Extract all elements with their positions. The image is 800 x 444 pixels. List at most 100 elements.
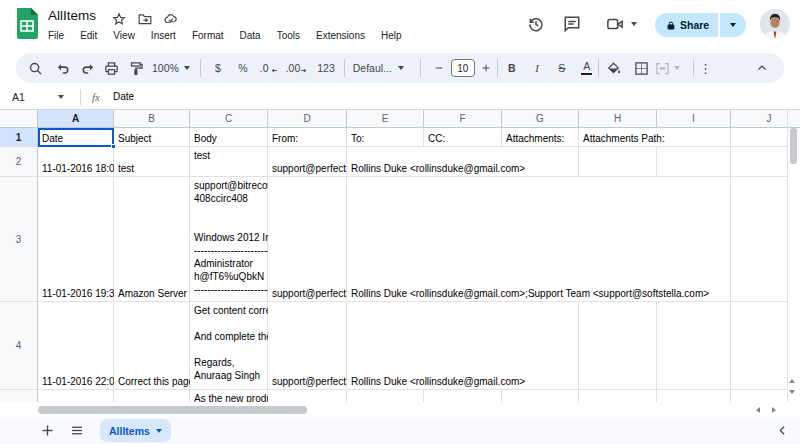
- comments-icon[interactable]: [563, 15, 581, 33]
- undo-icon[interactable]: [56, 61, 71, 76]
- menu-edit[interactable]: Edit: [72, 28, 105, 43]
- paint-format-icon[interactable]: [129, 61, 144, 76]
- camera-dropdown-caret[interactable]: [631, 22, 637, 26]
- text-color-button[interactable]: A: [580, 61, 594, 76]
- cell-G1[interactable]: Attachments:: [506, 132, 564, 145]
- column-header-A[interactable]: A: [38, 110, 114, 128]
- sheet-tab-allitems[interactable]: AllItems: [100, 419, 171, 442]
- cell-E4[interactable]: Rollins Duke <rollinsduke@gmail.com>: [351, 375, 525, 388]
- cell-A2[interactable]: 11-01-2016 18:0: [42, 162, 114, 175]
- increase-font-size-button[interactable]: [480, 63, 492, 73]
- redo-icon[interactable]: [80, 61, 95, 76]
- select-all-corner[interactable]: [0, 110, 38, 128]
- menu-view[interactable]: View: [105, 28, 143, 43]
- column-header-J[interactable]: J: [731, 110, 800, 128]
- horizontal-scroll-arrows[interactable]: [756, 406, 776, 414]
- gridline-v: [730, 128, 731, 147]
- vertical-scrollbar[interactable]: [790, 128, 797, 164]
- row-header-5[interactable]: 5: [0, 390, 38, 402]
- column-header-D[interactable]: D: [268, 110, 347, 128]
- selection-fill-handle[interactable]: [111, 144, 116, 149]
- column-header-C[interactable]: C: [190, 110, 268, 128]
- menu-tools[interactable]: Tools: [269, 28, 308, 43]
- column-header-E[interactable]: E: [347, 110, 424, 128]
- name-box-caret[interactable]: [58, 95, 64, 99]
- collapse-toolbar-icon[interactable]: [756, 62, 768, 74]
- strikethrough-button[interactable]: S: [555, 62, 569, 74]
- menu-format[interactable]: Format: [184, 28, 232, 43]
- cell-C3[interactable]: support@bitrecove408ccirc408 Windows 201…: [194, 179, 268, 296]
- cell-F1[interactable]: CC:: [428, 132, 445, 145]
- document-title[interactable]: AllItems: [48, 8, 96, 23]
- column-header-G[interactable]: G: [502, 110, 579, 128]
- formula-input[interactable]: Date: [113, 91, 134, 102]
- more-options-button[interactable]: ⋮: [699, 61, 712, 76]
- cell-D4[interactable]: support@perfect: [272, 375, 347, 388]
- spreadsheet-grid[interactable]: ABCDEFGHIJ 12345 Date Subject Body From: To: CC…: [0, 110, 800, 402]
- meet-camera-icon[interactable]: [606, 15, 624, 33]
- menu-data[interactable]: Data: [232, 28, 269, 43]
- number-format-button[interactable]: 123: [317, 62, 335, 74]
- decrease-font-size-button[interactable]: [433, 63, 445, 73]
- percent-format-button[interactable]: %: [236, 62, 250, 74]
- cell-E3[interactable]: Rollins Duke <rollinsduke@gmail.com>;Sup…: [351, 287, 709, 300]
- cell-H1[interactable]: Attachments Path:: [583, 132, 665, 145]
- column-header-B[interactable]: B: [114, 110, 190, 128]
- cell-A1[interactable]: Date: [42, 132, 63, 145]
- row-header-2[interactable]: 2: [0, 147, 38, 177]
- cell-E1[interactable]: To:: [351, 132, 364, 145]
- font-family-select[interactable]: Defaul...: [353, 62, 404, 74]
- cell-B4[interactable]: Correct this page: [118, 375, 190, 388]
- menu-file[interactable]: File: [40, 28, 72, 43]
- bold-button[interactable]: B: [505, 62, 519, 74]
- column-header-H[interactable]: H: [579, 110, 657, 128]
- cell-B2[interactable]: test: [118, 162, 134, 175]
- row-header-4[interactable]: 4: [0, 302, 38, 390]
- merge-cells-select[interactable]: [655, 61, 680, 76]
- cell-C1[interactable]: Body: [194, 132, 217, 145]
- cell-D1[interactable]: From:: [272, 132, 298, 145]
- menu-help[interactable]: Help: [373, 28, 410, 43]
- currency-format-button[interactable]: $: [211, 62, 225, 74]
- cell-E2[interactable]: Rollins Duke <rollinsduke@gmail.com>: [351, 162, 525, 175]
- cell-D3[interactable]: support@perfect: [272, 287, 347, 300]
- add-sheet-icon[interactable]: [40, 423, 55, 438]
- cell-D2[interactable]: support@perfect: [272, 162, 347, 175]
- cell-C4[interactable]: Get content corre And complete the Regar…: [194, 304, 268, 382]
- increase-decimal-button[interactable]: .00: [286, 62, 310, 75]
- menu-insert[interactable]: Insert: [143, 28, 184, 43]
- row-header-1[interactable]: 1: [0, 128, 38, 147]
- move-folder-icon[interactable]: [138, 12, 152, 26]
- cell-C2[interactable]: test: [194, 149, 268, 162]
- sheets-logo-icon[interactable]: [15, 7, 39, 39]
- star-icon[interactable]: [112, 12, 126, 26]
- cell-A4[interactable]: 11-01-2016 22:0: [42, 375, 114, 388]
- share-dropdown-button[interactable]: [720, 13, 746, 37]
- italic-button[interactable]: I: [530, 63, 544, 74]
- all-sheets-icon[interactable]: [70, 424, 84, 437]
- vertical-scroll-arrows[interactable]: [789, 379, 795, 394]
- collapse-panel-icon[interactable]: [776, 424, 789, 437]
- menu-extensions[interactable]: Extensions: [308, 28, 373, 43]
- share-button-group: Share: [655, 13, 746, 37]
- fill-color-icon[interactable]: [606, 61, 621, 76]
- print-icon[interactable]: [104, 61, 119, 76]
- column-header-F[interactable]: F: [424, 110, 502, 128]
- zoom-select[interactable]: 100%: [152, 62, 190, 74]
- cell-B1[interactable]: Subject: [118, 132, 151, 145]
- column-header-I[interactable]: I: [657, 110, 731, 128]
- search-icon[interactable]: [28, 61, 43, 76]
- decrease-decimal-button[interactable]: .0: [260, 62, 278, 75]
- cell-B3[interactable]: Amazon Server C: [118, 287, 190, 300]
- cell-C5[interactable]: As the new produ: [194, 392, 268, 402]
- user-avatar[interactable]: [760, 9, 790, 39]
- name-box[interactable]: A1: [12, 91, 58, 103]
- horizontal-scrollbar[interactable]: [38, 406, 307, 414]
- share-button[interactable]: Share: [655, 13, 718, 37]
- cell-A3[interactable]: 11-01-2016 19:3: [42, 287, 114, 300]
- row-header-3[interactable]: 3: [0, 177, 38, 302]
- cloud-status-icon[interactable]: [164, 12, 178, 26]
- font-size-input[interactable]: 10: [451, 59, 475, 77]
- borders-icon[interactable]: [634, 61, 649, 76]
- version-history-icon[interactable]: [527, 15, 545, 33]
